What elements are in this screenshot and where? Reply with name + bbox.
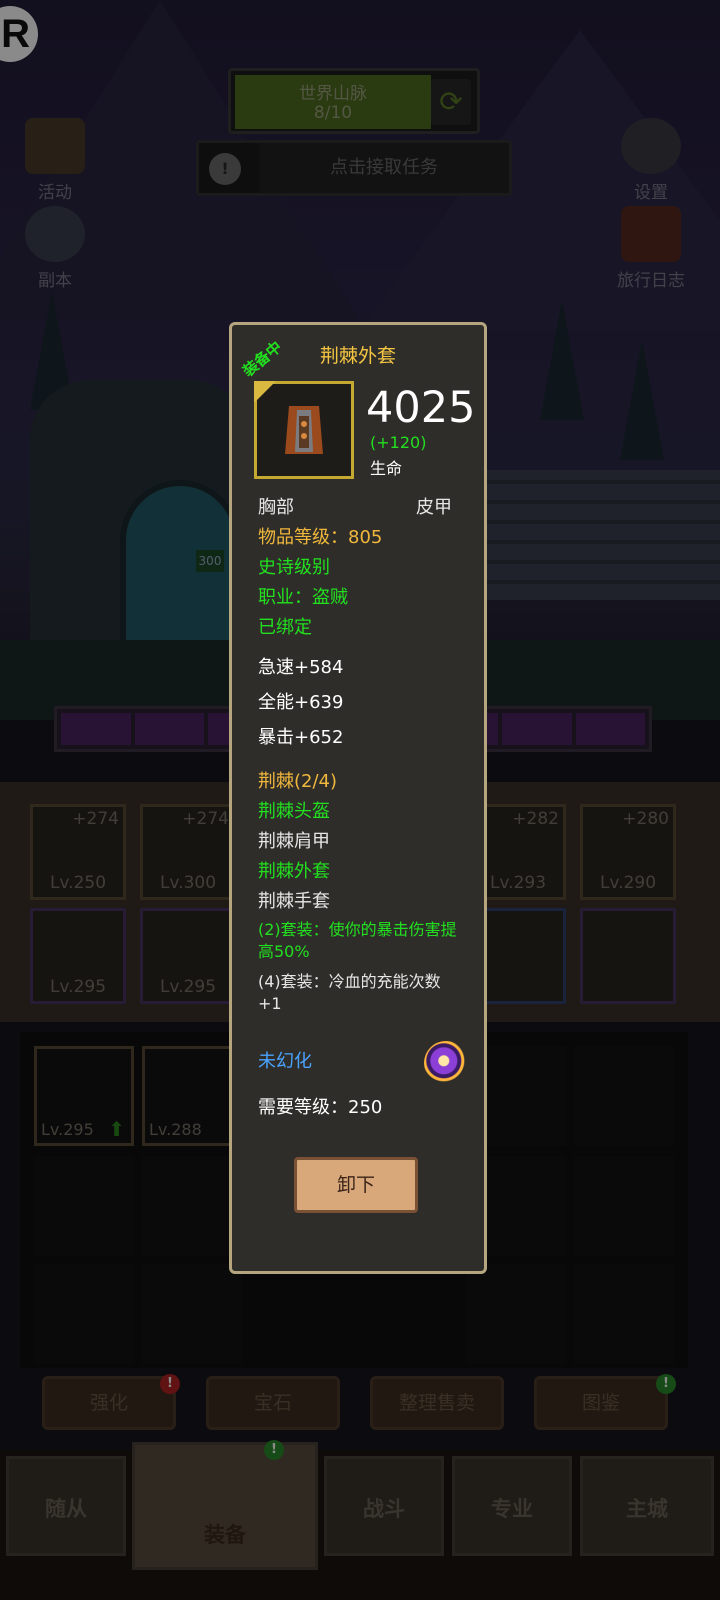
transmog-orb-icon[interactable]	[424, 1041, 468, 1085]
armor-type: 皮甲	[416, 497, 452, 518]
item-level: 物品等级：805	[258, 527, 383, 548]
set-bonus-2: (2)套装：使你的暴击伤害提高50%	[258, 920, 457, 961]
item-tooltip: 装备中 荆棘外套 4025 (+120) 生命 胸部 皮甲 物品等级：805 史…	[229, 322, 487, 1274]
set-piece: 荆棘肩甲	[258, 831, 330, 852]
set-bonus-4: (4)套装：冷血的充能次数+1	[258, 972, 441, 1013]
slot-type: 胸部	[258, 497, 294, 518]
bound-status: 已绑定	[258, 617, 312, 638]
stat-versatility: 全能+639	[258, 692, 344, 713]
transmog-status: 未幻化	[258, 1051, 312, 1072]
class-requirement: 职业：盗贼	[258, 587, 348, 608]
set-name: 荆棘(2/4)	[258, 771, 338, 792]
power-value: 4025	[366, 383, 476, 433]
set-piece: 荆棘外套	[258, 861, 330, 882]
set-piece: 荆棘手套	[258, 891, 330, 912]
required-level: 需要等级：250	[258, 1097, 383, 1118]
item-name: 荆棘外套	[319, 345, 396, 367]
rarity: 史诗级别	[258, 557, 330, 578]
unequip-button[interactable]: 卸下	[294, 1157, 418, 1213]
stat-crit: 暴击+652	[258, 727, 344, 748]
power-stat: 生命	[370, 459, 403, 478]
stat-haste: 急速+584	[258, 657, 344, 678]
set-piece: 荆棘头盔	[258, 801, 330, 822]
coat-icon	[285, 406, 323, 454]
power-delta: (+120)	[370, 433, 427, 452]
item-icon-frame	[254, 381, 354, 479]
